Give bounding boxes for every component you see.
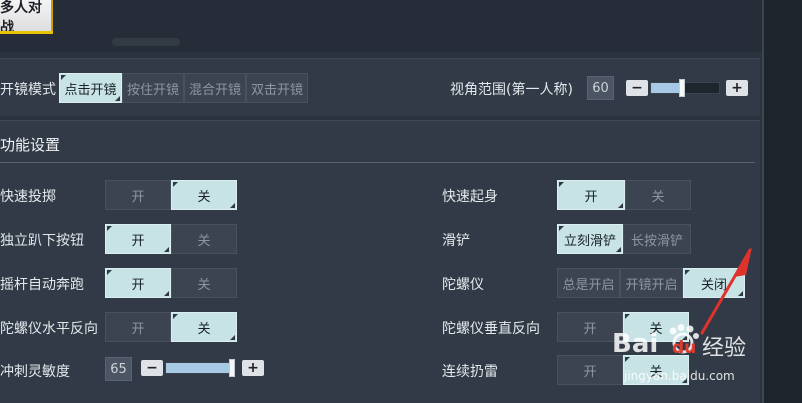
option-button[interactable]: 立刻滑铲 [557,224,623,254]
slide-mode-selector: 立刻滑铲 长按滑铲 [557,224,691,254]
sprint-sensitivity-decrease-button[interactable]: − [141,360,163,376]
section-divider [0,162,755,163]
fov-label: 视角范围(第一人称) [450,82,573,98]
auto-run-label: 摇杆自动奔跑 [0,277,84,293]
option-button[interactable]: 按住开镜 [122,73,184,103]
watermark-url: jingyan.baidu.com [624,369,735,383]
gyro-vertical-invert-label: 陀螺仪垂直反向 [442,321,540,337]
watermark-brand-c: 经验 [702,336,747,361]
watermark-brand-a: Bai [612,329,659,359]
sprint-sensitivity-label: 冲刺灵敏度 [0,364,70,380]
sprint-sensitivity-slider-thumb[interactable] [228,359,235,377]
continuous-grenade-label: 连续扔雷 [442,364,498,380]
scope-mode-selector: 点击开镜 按住开镜 混合开镜 双击开镜 [59,73,308,103]
tab-multiplayer[interactable]: 多人对战 [0,0,53,36]
fov-slider-thumb[interactable] [678,79,685,97]
option-button[interactable]: 开 [557,180,625,210]
option-button[interactable]: 点击开镜 [59,73,122,103]
sprint-sensitivity-slider-track[interactable] [165,362,235,374]
fov-slider-track[interactable] [650,82,720,94]
option-button[interactable]: 开 [105,180,171,210]
option-button[interactable]: 开 [105,224,171,254]
option-button[interactable]: 关 [171,268,237,298]
sprint-sensitivity-slider-fill [166,363,231,373]
auto-run-toggle: 开关 [105,268,237,298]
fov-increase-button[interactable]: + [726,80,748,96]
option-button[interactable]: 开 [105,268,171,298]
fov-decrease-button[interactable]: − [626,80,648,96]
quick-throw-toggle: 开关 [105,180,237,210]
quick-getup-label: 快速起身 [442,189,498,205]
fov-slider-fill [651,83,682,93]
prone-button-label: 独立趴下按钮 [0,233,84,249]
option-button[interactable]: 关 [625,180,691,210]
tab-active-indicator [0,31,53,34]
quick-throw-label: 快速投掷 [0,189,56,205]
sprint-sensitivity-increase-button[interactable]: + [242,360,264,376]
option-button[interactable]: 关 [171,224,237,254]
section-title: 功能设置 [0,136,61,154]
gyro-horizontal-invert-label: 陀螺仪水平反向 [0,321,98,337]
option-button[interactable]: 关 [171,180,237,210]
option-button[interactable]: 双击开镜 [246,73,308,103]
slide-label: 滑铲 [442,233,470,249]
watermark-brand-b: du [672,338,697,358]
scroll-indicator [112,38,180,46]
option-button[interactable]: 长按滑铲 [623,224,691,254]
baidu-watermark: Bai du 经验 jingyan.baidu.com [612,322,762,397]
option-button[interactable]: 开镜开启 [620,268,683,298]
fov-value: 60 [587,76,614,100]
side-frame [764,0,802,403]
option-button[interactable]: 混合开镜 [184,73,246,103]
scope-mode-label: 开镜模式 [0,82,56,98]
option-button[interactable]: 开 [105,312,171,342]
option-button[interactable]: 总是开启 [557,268,620,298]
gyroscope-label: 陀螺仪 [442,277,484,293]
gyro-horizontal-invert-toggle: 开关 [105,312,237,342]
prone-button-toggle: 开关 [105,224,237,254]
option-button[interactable]: 关 [171,312,237,342]
sprint-sensitivity-value: 65 [105,357,132,381]
quick-getup-toggle: 开关 [557,180,691,210]
